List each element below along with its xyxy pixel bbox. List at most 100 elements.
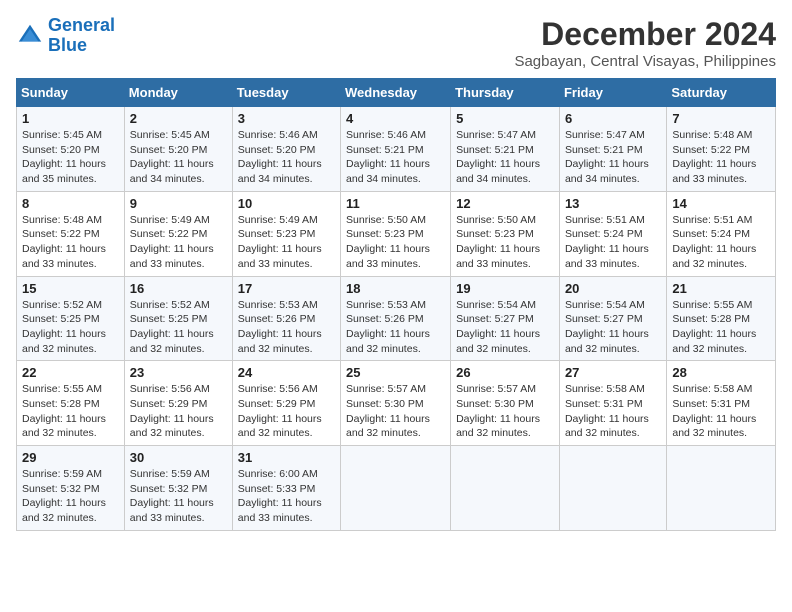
day-info: Sunrise: 5:47 AM Sunset: 5:21 PM Dayligh… bbox=[565, 128, 661, 187]
day-info: Sunrise: 5:54 AM Sunset: 5:27 PM Dayligh… bbox=[565, 298, 661, 357]
col-friday: Friday bbox=[559, 79, 666, 107]
page-header: General Blue December 2024 Sagbayan, Cen… bbox=[16, 16, 776, 70]
day-number: 16 bbox=[130, 281, 227, 296]
day-number: 22 bbox=[22, 365, 119, 380]
day-info: Sunrise: 5:46 AM Sunset: 5:21 PM Dayligh… bbox=[346, 128, 445, 187]
day-number: 25 bbox=[346, 365, 445, 380]
day-number: 15 bbox=[22, 281, 119, 296]
logo: General Blue bbox=[16, 16, 115, 56]
day-info: Sunrise: 6:00 AM Sunset: 5:33 PM Dayligh… bbox=[238, 467, 335, 526]
day-number: 17 bbox=[238, 281, 335, 296]
day-cell-1: 1 Sunrise: 5:45 AM Sunset: 5:20 PM Dayli… bbox=[17, 107, 125, 192]
day-cell-9: 9 Sunrise: 5:49 AM Sunset: 5:22 PM Dayli… bbox=[124, 191, 232, 276]
day-info: Sunrise: 5:55 AM Sunset: 5:28 PM Dayligh… bbox=[672, 298, 770, 357]
day-info: Sunrise: 5:53 AM Sunset: 5:26 PM Dayligh… bbox=[238, 298, 335, 357]
day-number: 3 bbox=[238, 111, 335, 126]
col-saturday: Saturday bbox=[667, 79, 776, 107]
day-cell-8: 8 Sunrise: 5:48 AM Sunset: 5:22 PM Dayli… bbox=[17, 191, 125, 276]
day-number: 7 bbox=[672, 111, 770, 126]
day-number: 28 bbox=[672, 365, 770, 380]
subtitle: Sagbayan, Central Visayas, Philippines bbox=[514, 53, 776, 70]
day-number: 26 bbox=[456, 365, 554, 380]
day-info: Sunrise: 5:58 AM Sunset: 5:31 PM Dayligh… bbox=[672, 382, 770, 441]
day-cell-7: 7 Sunrise: 5:48 AM Sunset: 5:22 PM Dayli… bbox=[667, 107, 776, 192]
day-cell-24: 24 Sunrise: 5:56 AM Sunset: 5:29 PM Dayl… bbox=[232, 361, 340, 446]
day-number: 20 bbox=[565, 281, 661, 296]
col-sunday: Sunday bbox=[17, 79, 125, 107]
day-info: Sunrise: 5:50 AM Sunset: 5:23 PM Dayligh… bbox=[456, 213, 554, 272]
day-info: Sunrise: 5:45 AM Sunset: 5:20 PM Dayligh… bbox=[130, 128, 227, 187]
day-info: Sunrise: 5:56 AM Sunset: 5:29 PM Dayligh… bbox=[238, 382, 335, 441]
day-info: Sunrise: 5:52 AM Sunset: 5:25 PM Dayligh… bbox=[130, 298, 227, 357]
calendar-week-1: 1 Sunrise: 5:45 AM Sunset: 5:20 PM Dayli… bbox=[17, 107, 776, 192]
calendar-week-3: 15 Sunrise: 5:52 AM Sunset: 5:25 PM Dayl… bbox=[17, 276, 776, 361]
day-cell-19: 19 Sunrise: 5:54 AM Sunset: 5:27 PM Dayl… bbox=[451, 276, 560, 361]
day-info: Sunrise: 5:52 AM Sunset: 5:25 PM Dayligh… bbox=[22, 298, 119, 357]
day-number: 23 bbox=[130, 365, 227, 380]
day-info: Sunrise: 5:57 AM Sunset: 5:30 PM Dayligh… bbox=[346, 382, 445, 441]
empty-cell bbox=[341, 446, 451, 531]
day-cell-15: 15 Sunrise: 5:52 AM Sunset: 5:25 PM Dayl… bbox=[17, 276, 125, 361]
main-title: December 2024 bbox=[514, 16, 776, 53]
day-number: 13 bbox=[565, 196, 661, 211]
day-info: Sunrise: 5:45 AM Sunset: 5:20 PM Dayligh… bbox=[22, 128, 119, 187]
day-number: 6 bbox=[565, 111, 661, 126]
day-cell-20: 20 Sunrise: 5:54 AM Sunset: 5:27 PM Dayl… bbox=[559, 276, 666, 361]
day-number: 9 bbox=[130, 196, 227, 211]
day-info: Sunrise: 5:53 AM Sunset: 5:26 PM Dayligh… bbox=[346, 298, 445, 357]
day-cell-27: 27 Sunrise: 5:58 AM Sunset: 5:31 PM Dayl… bbox=[559, 361, 666, 446]
day-number: 1 bbox=[22, 111, 119, 126]
day-cell-26: 26 Sunrise: 5:57 AM Sunset: 5:30 PM Dayl… bbox=[451, 361, 560, 446]
day-cell-5: 5 Sunrise: 5:47 AM Sunset: 5:21 PM Dayli… bbox=[451, 107, 560, 192]
day-info: Sunrise: 5:47 AM Sunset: 5:21 PM Dayligh… bbox=[456, 128, 554, 187]
day-number: 8 bbox=[22, 196, 119, 211]
day-cell-17: 17 Sunrise: 5:53 AM Sunset: 5:26 PM Dayl… bbox=[232, 276, 340, 361]
calendar-week-2: 8 Sunrise: 5:48 AM Sunset: 5:22 PM Dayli… bbox=[17, 191, 776, 276]
day-cell-6: 6 Sunrise: 5:47 AM Sunset: 5:21 PM Dayli… bbox=[559, 107, 666, 192]
day-info: Sunrise: 5:51 AM Sunset: 5:24 PM Dayligh… bbox=[565, 213, 661, 272]
calendar-table: Sunday Monday Tuesday Wednesday Thursday… bbox=[16, 78, 776, 531]
day-info: Sunrise: 5:58 AM Sunset: 5:31 PM Dayligh… bbox=[565, 382, 661, 441]
day-number: 18 bbox=[346, 281, 445, 296]
day-cell-23: 23 Sunrise: 5:56 AM Sunset: 5:29 PM Dayl… bbox=[124, 361, 232, 446]
day-info: Sunrise: 5:51 AM Sunset: 5:24 PM Dayligh… bbox=[672, 213, 770, 272]
day-number: 5 bbox=[456, 111, 554, 126]
day-number: 12 bbox=[456, 196, 554, 211]
calendar-week-4: 22 Sunrise: 5:55 AM Sunset: 5:28 PM Dayl… bbox=[17, 361, 776, 446]
calendar-week-5: 29 Sunrise: 5:59 AM Sunset: 5:32 PM Dayl… bbox=[17, 446, 776, 531]
day-info: Sunrise: 5:59 AM Sunset: 5:32 PM Dayligh… bbox=[22, 467, 119, 526]
day-number: 2 bbox=[130, 111, 227, 126]
day-cell-29: 29 Sunrise: 5:59 AM Sunset: 5:32 PM Dayl… bbox=[17, 446, 125, 531]
day-number: 4 bbox=[346, 111, 445, 126]
col-tuesday: Tuesday bbox=[232, 79, 340, 107]
title-block: December 2024 Sagbayan, Central Visayas,… bbox=[514, 16, 776, 70]
col-thursday: Thursday bbox=[451, 79, 560, 107]
day-cell-2: 2 Sunrise: 5:45 AM Sunset: 5:20 PM Dayli… bbox=[124, 107, 232, 192]
day-cell-28: 28 Sunrise: 5:58 AM Sunset: 5:31 PM Dayl… bbox=[667, 361, 776, 446]
empty-cell bbox=[667, 446, 776, 531]
day-info: Sunrise: 5:48 AM Sunset: 5:22 PM Dayligh… bbox=[672, 128, 770, 187]
calendar-header: Sunday Monday Tuesday Wednesday Thursday… bbox=[17, 79, 776, 107]
day-cell-11: 11 Sunrise: 5:50 AM Sunset: 5:23 PM Dayl… bbox=[341, 191, 451, 276]
day-cell-22: 22 Sunrise: 5:55 AM Sunset: 5:28 PM Dayl… bbox=[17, 361, 125, 446]
header-row: Sunday Monday Tuesday Wednesday Thursday… bbox=[17, 79, 776, 107]
day-number: 24 bbox=[238, 365, 335, 380]
day-number: 31 bbox=[238, 450, 335, 465]
day-cell-30: 30 Sunrise: 5:59 AM Sunset: 5:32 PM Dayl… bbox=[124, 446, 232, 531]
day-number: 30 bbox=[130, 450, 227, 465]
day-number: 11 bbox=[346, 196, 445, 211]
day-info: Sunrise: 5:50 AM Sunset: 5:23 PM Dayligh… bbox=[346, 213, 445, 272]
day-number: 19 bbox=[456, 281, 554, 296]
day-cell-10: 10 Sunrise: 5:49 AM Sunset: 5:23 PM Dayl… bbox=[232, 191, 340, 276]
empty-cell bbox=[451, 446, 560, 531]
day-info: Sunrise: 5:56 AM Sunset: 5:29 PM Dayligh… bbox=[130, 382, 227, 441]
day-info: Sunrise: 5:54 AM Sunset: 5:27 PM Dayligh… bbox=[456, 298, 554, 357]
day-cell-3: 3 Sunrise: 5:46 AM Sunset: 5:20 PM Dayli… bbox=[232, 107, 340, 192]
calendar-body: 1 Sunrise: 5:45 AM Sunset: 5:20 PM Dayli… bbox=[17, 107, 776, 531]
day-info: Sunrise: 5:49 AM Sunset: 5:22 PM Dayligh… bbox=[130, 213, 227, 272]
day-info: Sunrise: 5:46 AM Sunset: 5:20 PM Dayligh… bbox=[238, 128, 335, 187]
day-number: 10 bbox=[238, 196, 335, 211]
day-number: 21 bbox=[672, 281, 770, 296]
day-info: Sunrise: 5:59 AM Sunset: 5:32 PM Dayligh… bbox=[130, 467, 227, 526]
day-number: 14 bbox=[672, 196, 770, 211]
